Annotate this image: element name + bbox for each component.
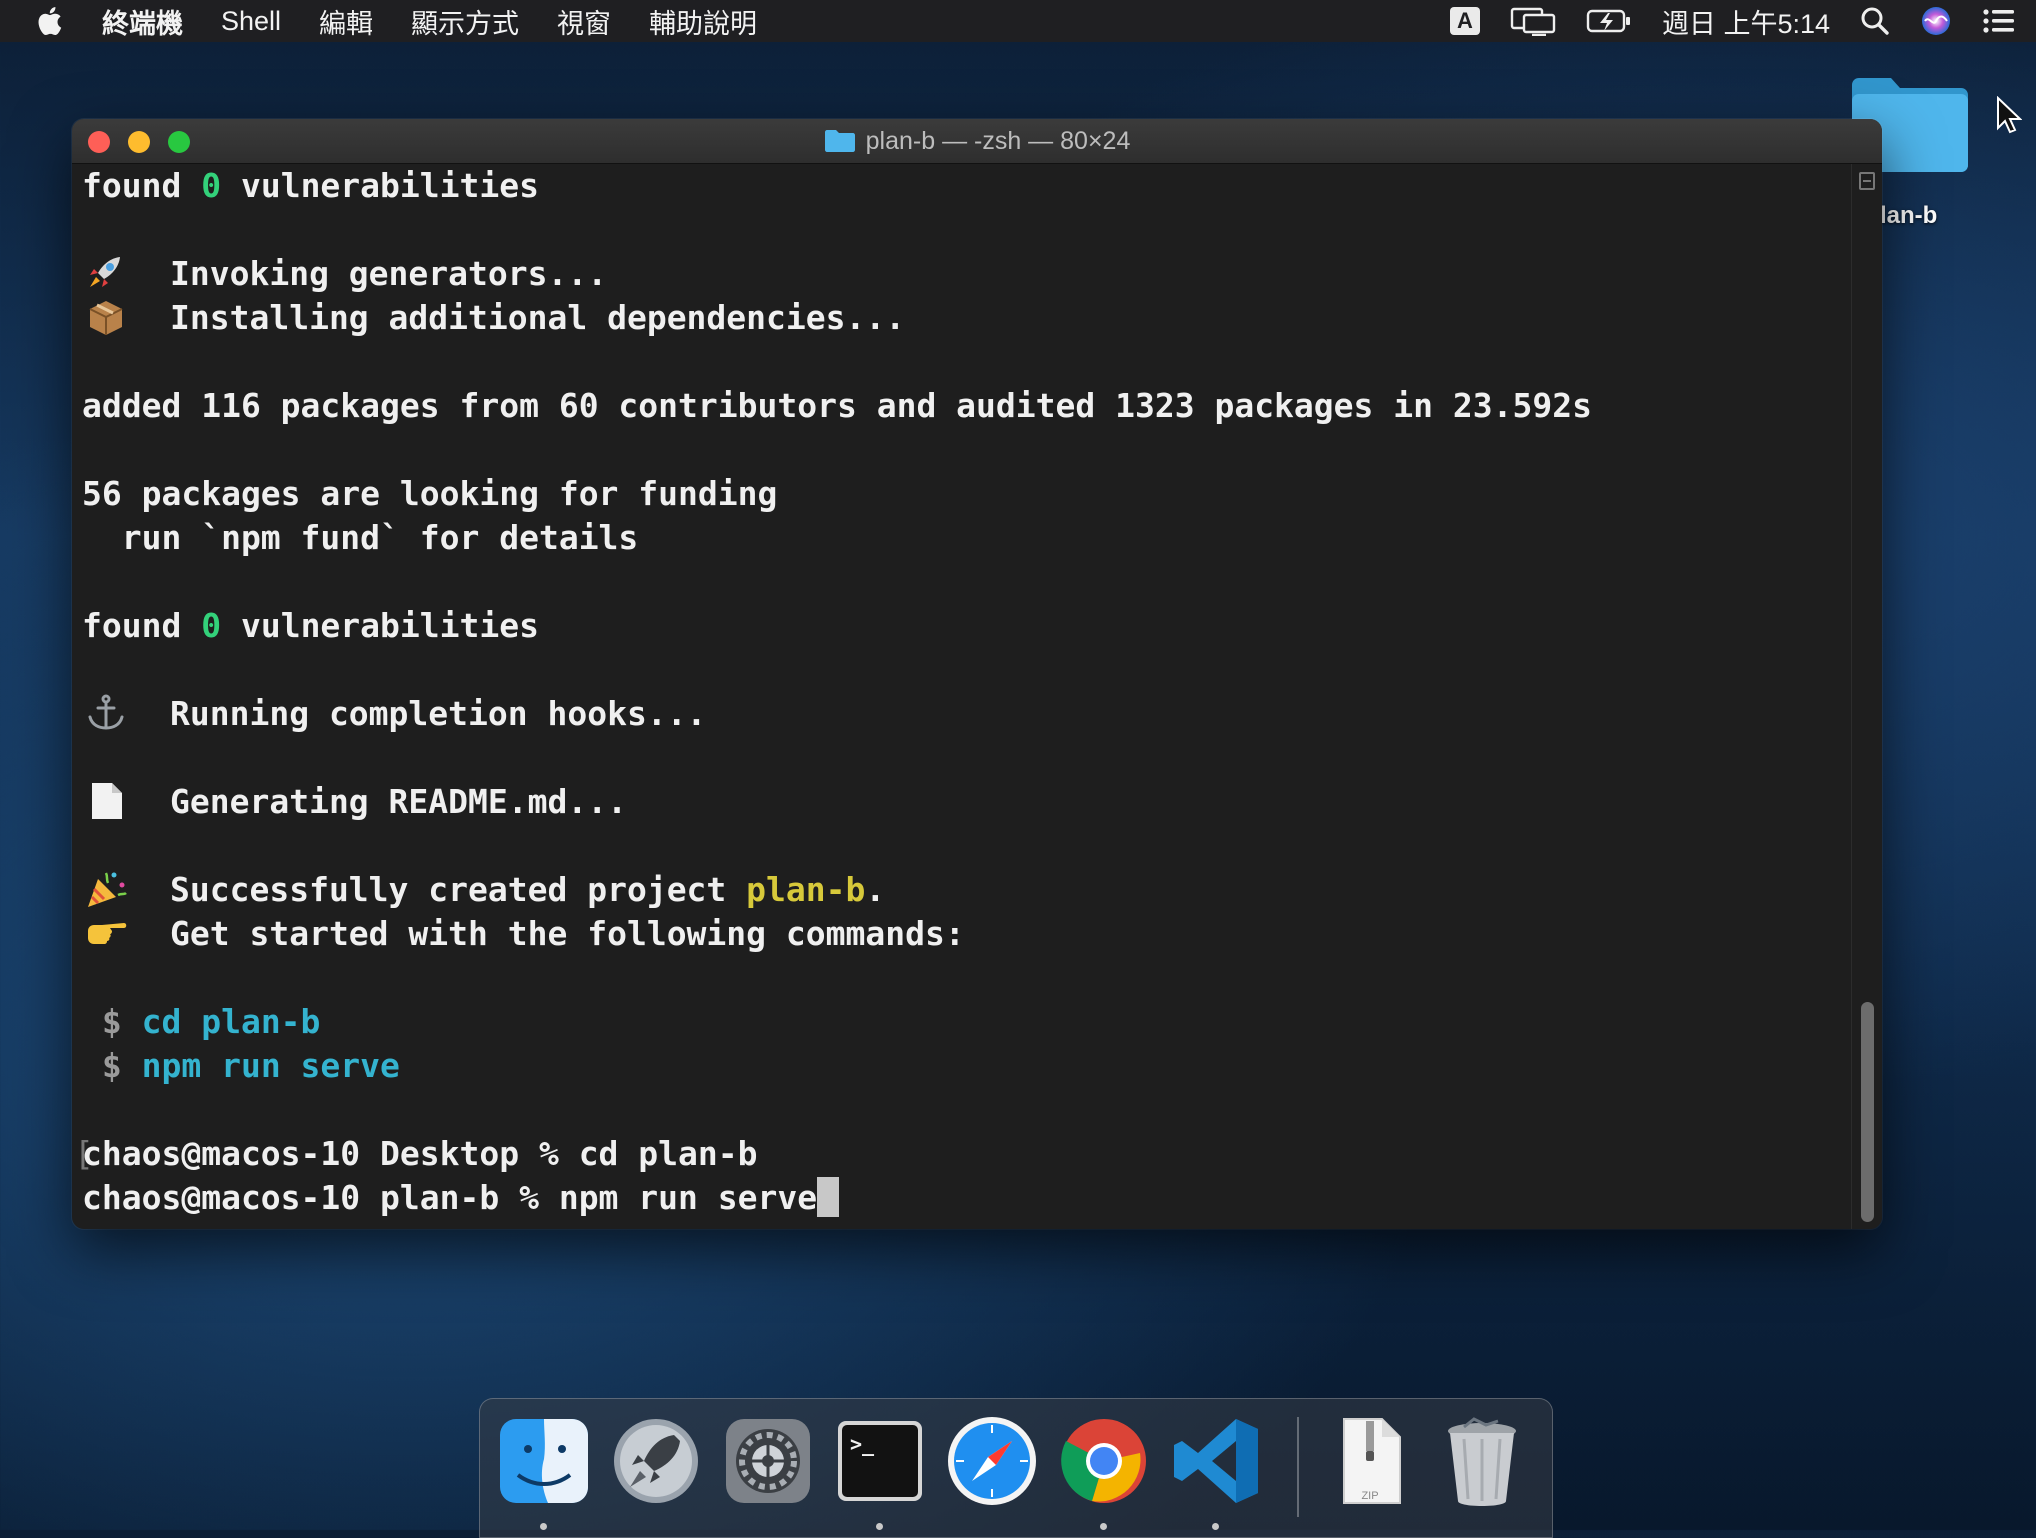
finder-icon[interactable]	[496, 1413, 592, 1509]
menu-edit[interactable]: 編輯	[319, 2, 373, 41]
menu-terminal[interactable]: 終端機	[102, 2, 183, 41]
terminal-line: $ npm run serve	[82, 1046, 400, 1085]
terminal-line: [chaos@macos-10 Desktop % cd plan-b]	[74, 1132, 1872, 1176]
terminal-title: plan-b — -zsh — 80×24	[865, 126, 1131, 155]
package-icon	[84, 297, 128, 337]
running-indicator	[1100, 1523, 1107, 1530]
siri-icon[interactable]	[1920, 5, 1952, 37]
terminal-output[interactable]: found 0 vulnerabilities Invoking generat…	[72, 164, 1872, 1229]
battery-charging-icon[interactable]	[1586, 7, 1632, 35]
terminal-line: run `npm fund` for details	[82, 518, 639, 557]
terminal-line: added 116 packages from 60 contributors …	[82, 386, 1592, 425]
desktop-folder-label[interactable]: lan-b	[1880, 202, 1937, 230]
display-mirroring-icon[interactable]	[1510, 6, 1556, 36]
input-source-icon[interactable]: A	[1449, 7, 1480, 35]
running-indicator	[876, 1523, 883, 1530]
terminal-icon-prompt: >_	[850, 1432, 875, 1456]
anchor-icon	[84, 693, 128, 733]
chrome-icon[interactable]	[1056, 1413, 1152, 1509]
mouse-pointer-icon	[1996, 95, 2023, 136]
terminal-line: found 0 vulnerabilities	[82, 166, 539, 205]
dock-separator	[1297, 1417, 1299, 1517]
terminal-line: Installing additional dependencies...	[82, 296, 1852, 340]
pointing-hand-icon	[84, 913, 128, 953]
running-indicator	[1212, 1523, 1219, 1530]
terminal-titlebar[interactable]: plan-b — -zsh — 80×24	[72, 119, 1882, 164]
terminal-line: Invoking generators...	[82, 252, 1852, 296]
folder-icon	[824, 129, 856, 153]
terminal-window[interactable]: plan-b — -zsh — 80×24 found 0 vulnerabil…	[72, 119, 1882, 1229]
terminal-line: 56 packages are looking for funding	[82, 474, 778, 513]
menu-bar: 終端機 Shell 編輯 顯示方式 視窗 輔助說明 A 週日 上午5:14	[0, 0, 2036, 42]
menu-clock[interactable]: 週日 上午5:14	[1662, 2, 1830, 41]
terminal-line: Running completion hooks...	[82, 692, 1852, 736]
menu-window[interactable]: 視窗	[557, 2, 611, 41]
terminal-icon[interactable]: >_	[832, 1413, 928, 1509]
dock: >_ ZIP	[479, 1398, 1553, 1538]
party-popper-icon	[84, 869, 128, 909]
apple-icon[interactable]	[30, 6, 68, 36]
mark-bracket-left: [	[74, 1134, 94, 1173]
terminal-line: Generating README.md...	[82, 780, 1852, 824]
notification-center-icon[interactable]	[1982, 7, 2016, 35]
document-icon	[84, 781, 128, 821]
menu-shell[interactable]: Shell	[221, 6, 281, 37]
menu-view[interactable]: 顯示方式	[411, 2, 519, 41]
menu-help[interactable]: 輔助說明	[649, 2, 757, 41]
trash-icon[interactable]	[1434, 1413, 1530, 1509]
launchpad-icon[interactable]	[608, 1413, 704, 1509]
zip-archive-icon[interactable]: ZIP	[1322, 1413, 1418, 1509]
terminal-line: Get started with the following commands:	[82, 912, 1852, 956]
spotlight-search-icon[interactable]	[1860, 6, 1890, 36]
scrollbar-thumb[interactable]	[1861, 1002, 1874, 1222]
split-pane-icon[interactable]	[1859, 172, 1875, 190]
text-cursor	[817, 1176, 840, 1217]
terminal-line: $ cd plan-b	[82, 1002, 321, 1041]
terminal-line: found 0 vulnerabilities	[82, 606, 539, 645]
terminal-prompt-line[interactable]: chaos@macos-10 plan-b % npm run serve	[82, 1176, 1852, 1220]
terminal-line: Successfully created project plan-b.	[82, 868, 1852, 912]
running-indicator	[540, 1523, 547, 1530]
vscode-icon[interactable]	[1168, 1413, 1264, 1509]
safari-icon[interactable]	[944, 1413, 1040, 1509]
zip-label: ZIP	[1361, 1490, 1378, 1502]
terminal-scrollbar[interactable]	[1851, 164, 1882, 1229]
system-preferences-icon[interactable]	[720, 1413, 816, 1509]
rocket-icon	[84, 253, 128, 293]
